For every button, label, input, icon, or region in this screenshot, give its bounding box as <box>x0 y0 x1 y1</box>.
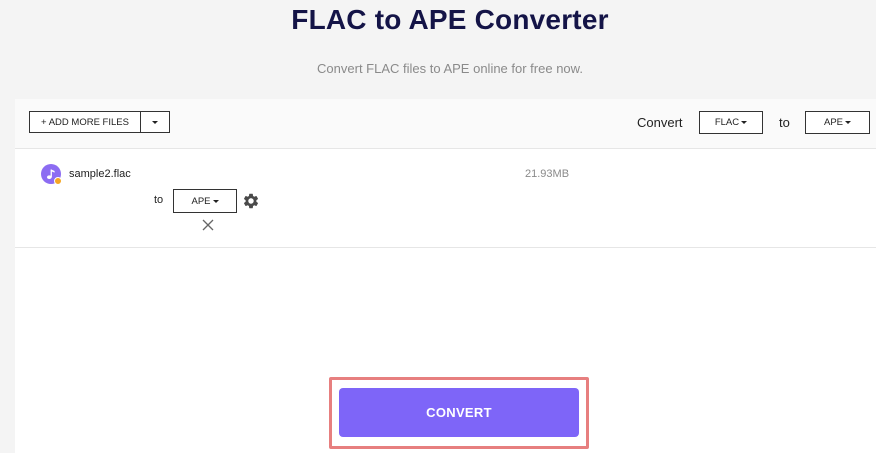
to-format-value: APE <box>823 117 843 128</box>
from-format-value: FLAC <box>714 117 740 128</box>
convert-button[interactable]: CONVERT <box>339 388 579 437</box>
from-format-select[interactable]: FLAC <box>699 111 763 134</box>
file-target-format-value: APE <box>191 195 211 207</box>
caret-down-icon <box>152 120 158 124</box>
file-size: 21.93MB <box>525 168 570 180</box>
convert-label: Convert <box>637 115 683 130</box>
add-files-dropdown-button[interactable] <box>141 112 169 132</box>
gear-icon[interactable] <box>242 192 260 210</box>
add-more-files-button[interactable]: + ADD MORE FILES <box>30 112 141 132</box>
close-icon[interactable] <box>201 218 215 232</box>
row-divider <box>15 247 876 248</box>
add-files-split-button: + ADD MORE FILES <box>29 111 170 133</box>
caret-down-icon <box>845 121 851 124</box>
caret-down-icon <box>741 121 748 124</box>
to-format-select[interactable]: APE <box>805 111 870 134</box>
file-target-format-select[interactable]: APE <box>173 189 237 213</box>
file-to-label: to <box>154 194 164 206</box>
page-subtitle: Convert FLAC files to APE online for fre… <box>317 61 583 76</box>
page-title: FLAC to APE Converter <box>291 4 609 35</box>
status-dot <box>54 177 62 185</box>
file-name: sample2.flac <box>69 168 131 180</box>
caret-down-icon <box>212 199 219 203</box>
to-label: to <box>779 115 790 130</box>
converter-toolbar: + ADD MORE FILES Convert FLAC to APE <box>15 99 876 149</box>
music-note-icon <box>41 164 62 185</box>
